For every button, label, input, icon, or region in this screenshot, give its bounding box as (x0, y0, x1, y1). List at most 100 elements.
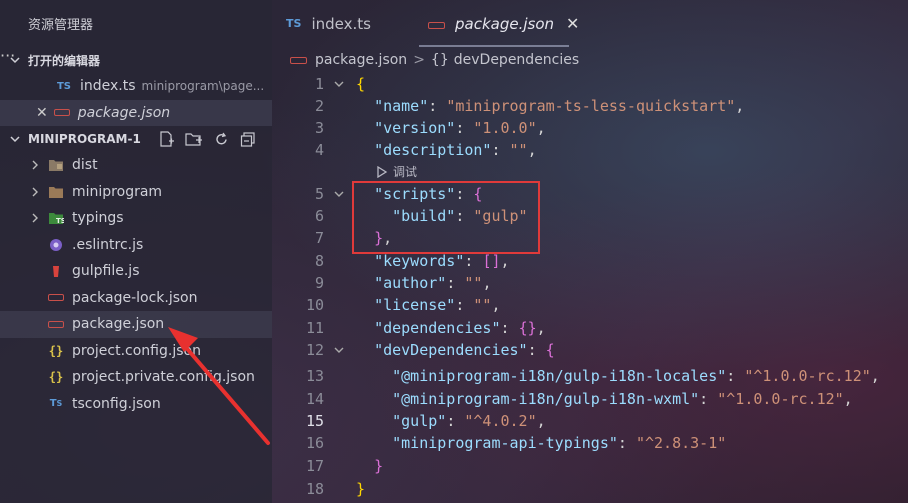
tree-item-label: miniprogram (72, 183, 163, 200)
chevron-right-icon (32, 160, 38, 170)
line-number: 13 (305, 367, 324, 386)
json-file-icon (53, 106, 70, 120)
open-editor-label: index.ts (80, 78, 136, 95)
tree-item-gulpfile[interactable]: gulpfile.js (0, 258, 272, 285)
tab-package-json[interactable]: package.json ✕ (428, 0, 579, 47)
open-editor-label: package.json (77, 104, 171, 121)
code-text: "name": "miniprogram-ts-less-quickstart"… (374, 97, 745, 116)
code-line[interactable]: 2 "name": "miniprogram-ts-less-quickstar… (272, 95, 908, 118)
explorer-title: 资源管理器 (0, 0, 272, 46)
code-line[interactable]: 1{ (272, 73, 908, 96)
play-icon (377, 165, 388, 178)
code-line[interactable]: 14 "@miniprogram-i18n/gulp-i18n-wxml": "… (272, 388, 908, 411)
open-editors-header[interactable]: 打开的编辑器 (0, 47, 272, 73)
code-text: } (374, 457, 384, 476)
code-line[interactable]: 18} (272, 478, 908, 501)
line-number: 5 (314, 185, 324, 204)
code-line[interactable]: 3 "version": "1.0.0", (272, 117, 908, 140)
close-icon[interactable]: ✕ (566, 14, 579, 33)
open-editor-index-ts[interactable]: TS index.ts miniprogram\page... (0, 73, 272, 100)
close-icon[interactable]: ✕ (36, 105, 48, 121)
code-text: } (356, 480, 366, 499)
code-line[interactable]: 9 "author": "", (272, 272, 908, 295)
json-file-icon (290, 52, 307, 68)
tree-item-project-private-config[interactable]: {} project.private.config.json (0, 364, 272, 391)
line-number: 17 (305, 457, 324, 476)
open-editors-label: 打开的编辑器 (28, 53, 101, 68)
collapse-all-icon[interactable] (240, 131, 257, 148)
eslint-icon (50, 238, 62, 251)
code-line[interactable]: 10 "license": "", (272, 294, 908, 317)
chevron-right-icon (32, 187, 38, 197)
tree-item-project-config[interactable]: {} project.config.json (0, 338, 272, 365)
code-text: "description": "", (374, 141, 537, 160)
code-line[interactable]: 17 } (272, 455, 908, 478)
line-number: 15 (305, 412, 324, 431)
code-text: "miniprogram-api-typings": "^2.8.3-1" (392, 434, 727, 453)
code-text: "version": "1.0.0", (374, 119, 546, 138)
tab-label: package.json (455, 14, 555, 33)
line-number: 6 (314, 207, 324, 226)
code-editor[interactable]: 1{2 "name": "miniprogram-ts-less-quickst… (272, 73, 908, 503)
code-text: "devDependencies": { (374, 341, 555, 360)
tree-item-tsconfig[interactable]: TS tsconfig.json (0, 391, 272, 418)
more-actions-icon[interactable]: ··· (0, 46, 15, 65)
typings-folder-icon: TS (49, 213, 64, 225)
npm-json-icon (48, 291, 64, 305)
folder-icon (49, 186, 63, 198)
tree-item-package-json[interactable]: package.json (0, 311, 272, 338)
code-line[interactable]: 16 "miniprogram-api-typings": "^2.8.3-1" (272, 432, 908, 455)
line-number: 8 (314, 252, 324, 271)
fold-chevron-icon[interactable] (332, 187, 346, 201)
project-header[interactable]: MINIPROGRAM-1 (0, 126, 272, 152)
code-text: "@miniprogram-i18n/gulp-i18n-locales": "… (392, 367, 880, 386)
code-text: { (356, 75, 366, 94)
breadcrumb: package.json > {} devDependencies (290, 47, 579, 73)
gulp-icon (53, 266, 59, 278)
debug-label: 调试 (393, 165, 418, 179)
tree-item-package-lock[interactable]: package-lock.json (0, 285, 272, 312)
project-name: MINIPROGRAM-1 (28, 132, 141, 146)
line-number: 14 (305, 390, 324, 409)
open-editor-package-json[interactable]: ✕ package.json (0, 99, 272, 126)
tab-label: index.ts (311, 14, 371, 33)
fold-chevron-icon[interactable] (332, 343, 346, 357)
tree-item-label: project.config.json (72, 342, 201, 359)
line-number: 10 (305, 296, 324, 315)
code-text: "gulp": "^4.0.2", (392, 412, 546, 431)
tree-item-typings[interactable]: TS typings (0, 205, 272, 232)
code-text: "dependencies": {}, (374, 319, 546, 338)
explorer-sidebar: 资源管理器 ··· 打开的编辑器 TS index.ts miniprogram… (0, 0, 272, 503)
braces-icon: {} (430, 52, 449, 68)
line-number: 9 (314, 274, 324, 293)
breadcrumb-file[interactable]: package.json (315, 52, 407, 68)
ts-file-icon: TS (286, 17, 302, 30)
tree-item-dist[interactable]: dist (0, 152, 272, 179)
line-number: 1 (314, 75, 324, 94)
line-number: 16 (305, 434, 324, 453)
refresh-icon[interactable] (213, 131, 230, 148)
new-file-icon[interactable] (158, 131, 175, 148)
code-text: "license": "", (374, 296, 501, 315)
breadcrumb-separator: > (413, 52, 425, 68)
code-line[interactable]: 11 "dependencies": {}, (272, 317, 908, 340)
folder-icon (49, 160, 63, 172)
new-folder-icon[interactable] (185, 131, 203, 148)
code-text: "author": "", (374, 274, 492, 293)
code-line[interactable]: 15 "gulp": "^4.0.2", (272, 410, 908, 433)
line-number: 3 (314, 119, 324, 138)
tree-item-label: dist (72, 157, 98, 174)
line-number: 7 (314, 229, 324, 248)
tree-item-miniprogram[interactable]: miniprogram (0, 179, 272, 206)
tree-item-eslintrc[interactable]: .eslintrc.js (0, 232, 272, 259)
debug-codelens[interactable]: 调试 (376, 163, 417, 180)
explorer-title-text: 资源管理器 (28, 17, 94, 33)
tab-index-ts[interactable]: TS index.ts (286, 0, 371, 47)
code-line[interactable]: 13 "@miniprogram-i18n/gulp-i18n-locales"… (272, 365, 908, 388)
fold-chevron-icon[interactable] (332, 77, 346, 91)
json-braces-icon: {} (48, 370, 64, 385)
breadcrumb-symbol[interactable]: devDependencies (454, 52, 579, 68)
code-line[interactable]: 4 "description": "", (272, 139, 908, 162)
open-editor-path: miniprogram\page... (141, 79, 265, 94)
code-line[interactable]: 12 "devDependencies": { (272, 339, 908, 362)
